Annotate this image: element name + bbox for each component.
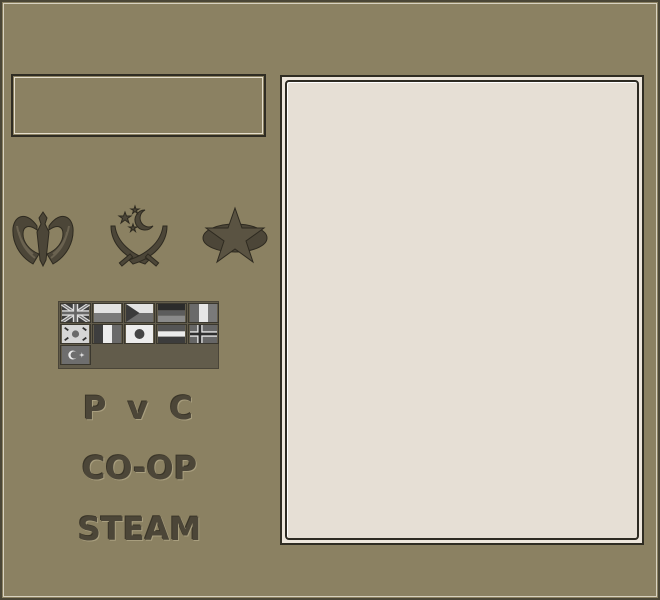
star-emblem-icon	[202, 206, 268, 264]
steam-mode-button[interactable]: STEAM	[22, 510, 257, 548]
france-flag-icon[interactable]	[92, 324, 123, 344]
norway-flag-icon[interactable]	[188, 324, 219, 344]
poland-flag-icon[interactable]	[92, 303, 123, 323]
player-name-field[interactable]	[11, 74, 266, 137]
germany-flag-icon[interactable]	[156, 303, 187, 323]
crescent-swords-emblem-icon	[110, 204, 168, 267]
faction-crescent-button[interactable]	[105, 202, 173, 272]
coop-mode-button[interactable]: CO-OP	[22, 449, 257, 487]
language-selector	[58, 301, 219, 369]
italy-flag-icon[interactable]	[188, 303, 219, 323]
japan-flag-icon[interactable]	[124, 324, 155, 344]
pvc-mode-button[interactable]: P v C	[22, 389, 257, 427]
info-panel-content	[285, 80, 639, 540]
netherlands-flag-icon[interactable]	[156, 324, 187, 344]
uk-flag-icon[interactable]	[60, 303, 91, 323]
faction-eagle-button[interactable]	[9, 202, 77, 272]
info-panel	[280, 75, 644, 545]
eagle-emblem-icon	[12, 211, 74, 268]
south-korea-flag-icon[interactable]	[60, 324, 91, 344]
game-menu-window: P v C CO-OP STEAM	[0, 0, 660, 600]
turkey-flag-icon[interactable]	[60, 345, 91, 365]
faction-star-button[interactable]	[201, 202, 269, 272]
czech-flag-icon[interactable]	[124, 303, 155, 323]
